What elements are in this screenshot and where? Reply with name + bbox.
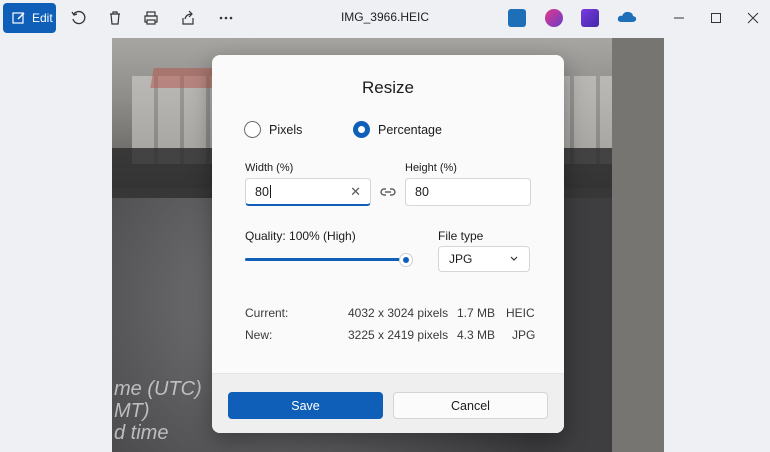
width-value: 80 — [255, 185, 269, 199]
height-value: 80 — [415, 185, 429, 199]
photo-overlay-text: me (UTC) MT) d time — [114, 378, 202, 444]
maximize-button[interactable] — [706, 8, 726, 28]
current-size: 1.7 MB — [457, 306, 496, 320]
window-title: IMG_3966.HEIC — [340, 10, 430, 24]
quality-slider-thumb[interactable] — [399, 253, 413, 267]
close-button[interactable] — [743, 8, 763, 28]
title-bar: Edit IMG_3966.HEIC — [0, 0, 770, 36]
text-caret — [269, 185, 271, 198]
link-icon[interactable] — [380, 184, 396, 200]
app-icon-2[interactable] — [545, 9, 563, 27]
new-label: New: — [245, 328, 273, 342]
radio-percentage[interactable]: Percentage — [353, 121, 442, 138]
onedrive-icon[interactable] — [617, 9, 637, 27]
photo-right-edge — [612, 38, 664, 452]
radio-pixels[interactable]: Pixels — [244, 121, 302, 138]
minimize-button[interactable] — [669, 8, 689, 28]
current-format: HEIC — [506, 306, 535, 320]
width-label: Width (%) — [245, 162, 294, 174]
radio-pixels-label: Pixels — [269, 122, 303, 137]
file-type-value: JPG — [449, 252, 473, 266]
height-label: Height (%) — [405, 162, 457, 174]
new-size: 4.3 MB — [457, 328, 496, 342]
current-dimensions: 4032 x 3024 pixels — [348, 306, 449, 320]
quality-label: Quality: 100% (High) — [245, 229, 356, 243]
clear-icon[interactable]: ✕ — [350, 184, 361, 200]
dialog-footer: Save Cancel — [212, 373, 564, 433]
file-type-label: File type — [438, 229, 484, 243]
width-input[interactable]: 80 ✕ — [245, 178, 371, 206]
cancel-button[interactable]: Cancel — [393, 392, 548, 419]
quality-slider-track[interactable] — [245, 258, 405, 261]
save-button[interactable]: Save — [228, 392, 383, 419]
file-type-select[interactable]: JPG — [438, 246, 530, 272]
app-icon-3[interactable] — [581, 9, 599, 27]
new-dimensions: 3225 x 2419 pixels — [348, 328, 449, 342]
chevron-down-icon — [510, 256, 518, 261]
radio-pixels-circle[interactable] — [244, 121, 261, 138]
current-label: Current: — [245, 306, 289, 320]
height-input[interactable]: 80 — [405, 178, 531, 206]
resize-dialog: Resize Pixels Percentage Width (%) 80 ✕ … — [212, 55, 564, 433]
new-format: JPG — [512, 328, 536, 342]
radio-percentage-circle[interactable] — [353, 121, 370, 138]
dialog-title: Resize — [362, 78, 414, 97]
app-icon-1[interactable] — [508, 9, 526, 27]
radio-percentage-label: Percentage — [378, 122, 442, 137]
